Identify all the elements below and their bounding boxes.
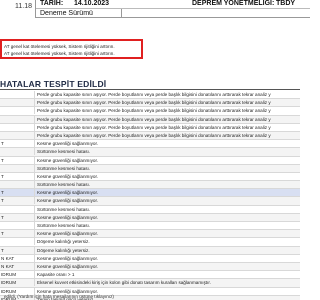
error-row[interactable]: N KAT Kesme güvenliği sağlanmıyor.: [0, 262, 300, 272]
error-message-link[interactable]: Kesme güvenliği sağlanmıyor.: [34, 213, 300, 221]
error-element-code: T: [1, 214, 4, 220]
section-divider: [0, 89, 300, 90]
error-row[interactable]: Sürtünme kesmesi hatası.: [0, 222, 300, 231]
error-message-link[interactable]: Kesme güvenliği sağlanmıyor.: [34, 140, 300, 148]
error-row[interactable]: Perde grubu kapasite sınırı aşıyor. Perd…: [0, 131, 300, 141]
date-value: 14.10.2023: [74, 0, 110, 7]
error-row[interactable]: IDRUM Eksenel kuvvet etkisindeki kiriş iç…: [0, 279, 300, 288]
error-element-code: T: [1, 157, 4, 163]
error-element-code: N KAT: [1, 255, 15, 261]
error-message-link[interactable]: Perde grubu kapasite sınırı aşıyor. Perd…: [34, 91, 300, 98]
error-row[interactable]: Perde grubu kapasite sınırı aşıyor. Perd…: [0, 99, 300, 108]
error-row[interactable]: T Kesme güvenliği sağlanmıyor.: [0, 156, 300, 165]
error-message-link[interactable]: Perde grubu kapasite sınırı aşıyor. Perd…: [34, 131, 300, 139]
drift-warning-box: AT genel kat ötelemesi yüksek, Sistem ri…: [0, 39, 143, 59]
error-message-link[interactable]: Eksenel kuvvet etkisindeki kiriş için ko…: [34, 279, 300, 287]
error-message-link[interactable]: Sürtünme kesmesi hatası.: [34, 164, 300, 172]
error-message-link[interactable]: Döşeme kalınlığı yetersiz.: [34, 238, 300, 246]
error-element-code: T: [1, 231, 4, 237]
error-message-link[interactable]: Sürtünme kesmesi hatası.: [34, 222, 300, 229]
error-message-link[interactable]: Kesme güvenliği sağlanmıyor.: [34, 262, 300, 270]
error-message-link[interactable]: Kapasite oranı > 1: [34, 271, 300, 279]
drift-warning-line: AT genel kat ötelemesi yüksek, Sistem ri…: [4, 51, 115, 56]
date-label: TARİH:: [40, 0, 64, 7]
error-row[interactable]: T Kesme güvenliği sağlanmıyor.: [0, 197, 300, 206]
error-row[interactable]: Perde grubu kapasite sınırı aşıyor. Perd…: [0, 107, 300, 116]
error-row[interactable]: T Kesme güvenliği sağlanmıyor.: [0, 140, 300, 149]
error-row[interactable]: Perde grubu kapasite sınırı aşıyor. Perd…: [0, 115, 300, 124]
error-element-code: N KAT: [1, 263, 15, 269]
error-message-link[interactable]: Perde grubu kapasite sınırı aşıyor. Perd…: [34, 99, 300, 107]
error-message-link[interactable]: Kesme güvenliği sağlanmıyor.: [34, 230, 300, 238]
error-row[interactable]: Döşeme kalınlığı yetersiz.: [0, 238, 300, 247]
error-message-link[interactable]: Kesme güvenliği sağlanmıyor.: [34, 189, 300, 197]
regulation-label: DEPREM YÖNETMELİĞİ:: [192, 0, 275, 7]
error-element-code: T: [1, 141, 4, 147]
error-message-link[interactable]: Kesme güvenliği sağlanmıyor.: [34, 197, 300, 205]
error-row[interactable]: T Kesme güvenliği sağlanmıyor.: [0, 230, 300, 239]
error-row[interactable]: IDRUM Kapasite oranı > 1: [0, 271, 300, 280]
header-info-row: TARİH: 14.10.2023 DEPREM YÖNETMELİĞİ: TB…: [36, 0, 310, 9]
error-element-code: T: [1, 247, 4, 253]
drift-warning-line: AT genel kat ötelemesi yüksek, Sistem ri…: [4, 44, 115, 49]
error-row[interactable]: T Kesme güvenliği sağlanmıyor.: [0, 189, 300, 198]
error-message-link[interactable]: Perde grubu kapasite sınırı aşıyor. Perd…: [34, 107, 300, 115]
error-row[interactable]: Perde grubu kapasite sınırı aşıyor. Perd…: [0, 123, 300, 132]
error-element-code: IDRUM: [1, 272, 17, 278]
errors-section-title: HATALAR TESPİT EDİLDİ: [0, 79, 107, 89]
error-row[interactable]: T Döşeme kalınlığı yetersiz.: [0, 246, 300, 255]
error-message-link[interactable]: Perde grubu kapasite sınırı aşıyor. Perd…: [34, 123, 300, 131]
error-element-code: T: [1, 190, 4, 196]
trial-version-label: Deneme Sürümü: [36, 9, 122, 18]
error-message-link[interactable]: Sürtünme kesmesi hatası.: [34, 148, 300, 156]
header-status-row: Deneme Sürümü: [36, 9, 310, 18]
error-row[interactable]: T Kesme güvenliği sağlanmıyor.: [0, 213, 300, 222]
error-element-code: IDRUM: [1, 280, 17, 286]
error-message-link[interactable]: Sürtünme kesmesi hatası.: [34, 181, 300, 189]
error-message-link[interactable]: Kesme güvenliği sağlanmıyor.: [34, 156, 300, 164]
help-footnote: edildi. (Yardım için hata mesajlarının ü…: [4, 294, 114, 299]
report-header: 11.18 TARİH: 14.10.2023 DEPREM YÖNETMELİ…: [0, 0, 310, 18]
error-message-link[interactable]: Sürtünme kesmesi hatası.: [34, 205, 300, 213]
error-message-link[interactable]: Kesme güvenliği sağlanmıyor.: [34, 172, 300, 180]
error-row[interactable]: T Kesme güvenliği sağlanmıyor.: [0, 172, 300, 182]
error-row[interactable]: Perde grubu kapasite sınırı aşıyor. Perd…: [0, 91, 300, 100]
error-message-link[interactable]: Döşeme kalınlığı yetersiz.: [34, 246, 300, 254]
error-list: Perde grubu kapasite sınırı aşıyor. Perd…: [0, 91, 300, 300]
error-row[interactable]: N KAT Kesme güvenliği sağlanmıyor.: [0, 254, 300, 263]
error-row[interactable]: Sürtünme kesmesi hatası.: [0, 205, 300, 214]
error-element-code: T: [1, 198, 4, 204]
error-row[interactable]: Sürtünme kesmesi hatası.: [0, 164, 300, 173]
error-message-link[interactable]: Perde grubu kapasite sınırı aşıyor. Perd…: [34, 115, 300, 123]
regulation-value: TBDY: [276, 0, 296, 7]
error-element-code: T: [1, 173, 4, 179]
version-label: 11.18: [15, 3, 32, 10]
header-table: TARİH: 14.10.2023 DEPREM YÖNETMELİĞİ: TB…: [35, 0, 310, 18]
error-row[interactable]: Sürtünme kesmesi hatası.: [0, 148, 300, 157]
error-message-link[interactable]: Kesme güvenliği sağlanmıyor.: [34, 254, 300, 262]
error-row[interactable]: Sürtünme kesmesi hatası.: [0, 181, 300, 190]
